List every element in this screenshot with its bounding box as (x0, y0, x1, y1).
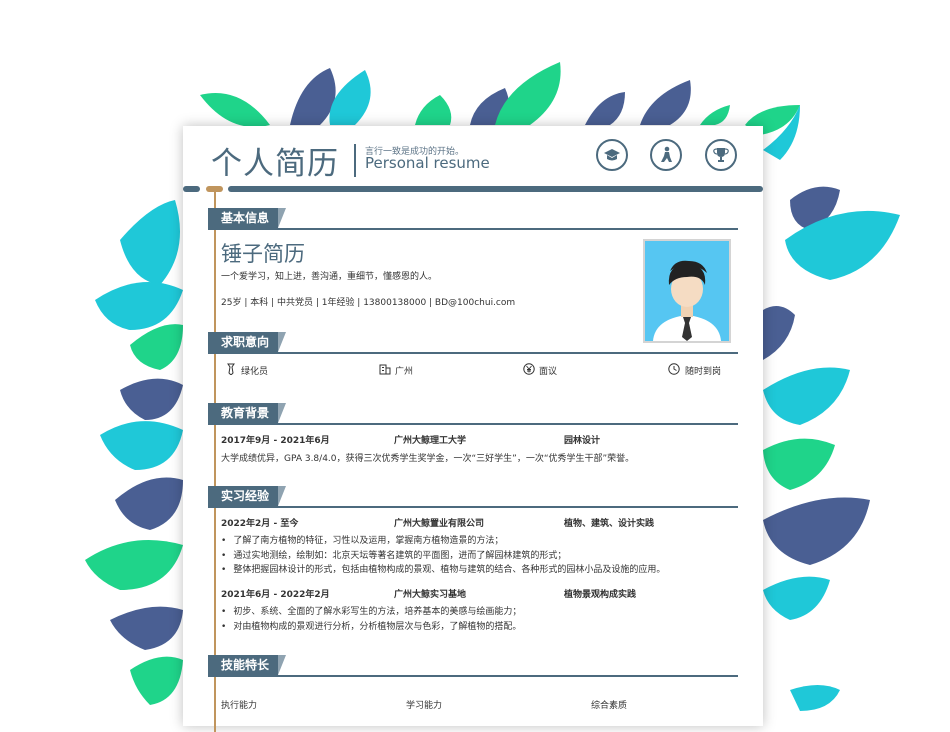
header-bar-right (228, 186, 763, 192)
edu-date: 2017年9月 - 2021年6月 (221, 436, 330, 446)
resume-page: 个人简历 言行一致是成功的开始。 Personal resume 基本信息 锤子… (183, 126, 763, 732)
tie-icon (227, 363, 235, 375)
edu-major: 园林设计 (564, 436, 601, 446)
section-title: 求职意向 (208, 332, 287, 352)
header-bar-left (183, 186, 200, 192)
trophy-icon (705, 139, 737, 171)
leaf (290, 68, 336, 125)
intent-city: 广州 (395, 367, 414, 377)
leaf (120, 378, 183, 420)
avatar (643, 239, 731, 343)
leaf (700, 105, 730, 125)
building-icon (379, 364, 391, 375)
section-title: 教育背景 (208, 403, 287, 423)
intern1-bullet: 整体把握园林设计的形式，包括由植物构成的景观、植物与建筑的结合、各种形式的园林小… (221, 562, 665, 575)
skill-item: 学习能力 (406, 701, 443, 711)
leaf (585, 92, 625, 125)
leaf (763, 576, 830, 620)
skill-item: 综合素质 (591, 701, 628, 711)
leaf (763, 438, 835, 490)
leaf (790, 685, 840, 711)
section-rule (208, 423, 738, 425)
personal-info: 25岁 | 本科 | 中共党员 | 1年经验 | 13800138000 | B… (221, 298, 516, 308)
leaf (95, 282, 183, 330)
section-rule (208, 506, 738, 508)
section-skills: 技能特长 (208, 655, 738, 677)
leaf (763, 367, 850, 425)
clock-icon (668, 363, 680, 375)
intent-salary: 面议 (539, 367, 558, 377)
leaf (763, 306, 795, 360)
leaf (130, 656, 183, 705)
leaf (120, 200, 180, 285)
intern1-bullet: 了解了南方植物的特征，习性以及运用，掌握南方植物造景的方法； (221, 533, 503, 546)
intern1-role: 植物、建筑、设计实践 (564, 519, 655, 529)
leaf (85, 540, 183, 590)
section-internship: 实习经验 (208, 486, 738, 508)
intern1-bullet: 通过实地测绘，绘制如：北京天坛等著名建筑的平面图，进而了解园林建筑的形式； (221, 548, 566, 561)
leaf (640, 80, 691, 125)
intern2-role: 植物景观构成实践 (564, 590, 637, 600)
edu-school: 广州大鲸理工大学 (394, 436, 467, 446)
section-rule (208, 675, 738, 677)
edu-description: 大学成绩优异，GPA 3.8/4.0，获得三次优秀学生奖学金，一次“三好学生”，… (221, 454, 635, 464)
title-divider (354, 144, 356, 177)
section-title: 基本信息 (208, 208, 287, 228)
skill-item: 执行能力 (221, 701, 258, 711)
yen-icon (523, 363, 535, 375)
intern2-bullet: 对由植物构成的景观进行分析，分析植物层次与色彩，了解植物的搭配。 (221, 619, 521, 632)
intern2-company: 广州大鲸实习基地 (394, 590, 467, 600)
person-walking-icon (650, 139, 682, 171)
leaf (200, 93, 270, 127)
intern1-date: 2022年2月 - 至今 (221, 519, 299, 529)
timeline-line (214, 192, 216, 732)
intent-availability: 随时到岗 (685, 367, 722, 377)
intent-position: 绿化员 (241, 367, 269, 377)
resume-title: 个人简历 (211, 146, 339, 182)
section-education: 教育背景 (208, 403, 738, 425)
section-title: 技能特长 (208, 655, 287, 675)
leaf (763, 497, 870, 565)
section-rule (208, 228, 738, 230)
leaf (100, 421, 183, 470)
section-title: 实习经验 (208, 486, 287, 506)
leaf (130, 324, 183, 370)
graduation-cap-icon (596, 139, 628, 171)
leaf (415, 95, 452, 125)
section-basic-info: 基本信息 (208, 208, 738, 230)
intern2-bullet: 初步、系统、全面的了解水彩写生的方法，培养基本的美感与绘画能力； (221, 604, 521, 617)
intern2-date: 2021年6月 - 2022年2月 (221, 590, 330, 600)
section-rule (208, 352, 738, 354)
leaf (329, 70, 371, 125)
leaf (115, 477, 183, 530)
candidate-name: 锤子简历 (221, 242, 305, 266)
motto: 一个爱学习，知上进，善沟通，重细节，懂感恩的人。 (221, 272, 438, 282)
intern1-company: 广州大鲸置业有限公司 (394, 519, 485, 529)
leaf (110, 606, 183, 650)
section-job-intent: 求职意向 (208, 332, 738, 354)
resume-subtitle: Personal resume (365, 154, 490, 172)
